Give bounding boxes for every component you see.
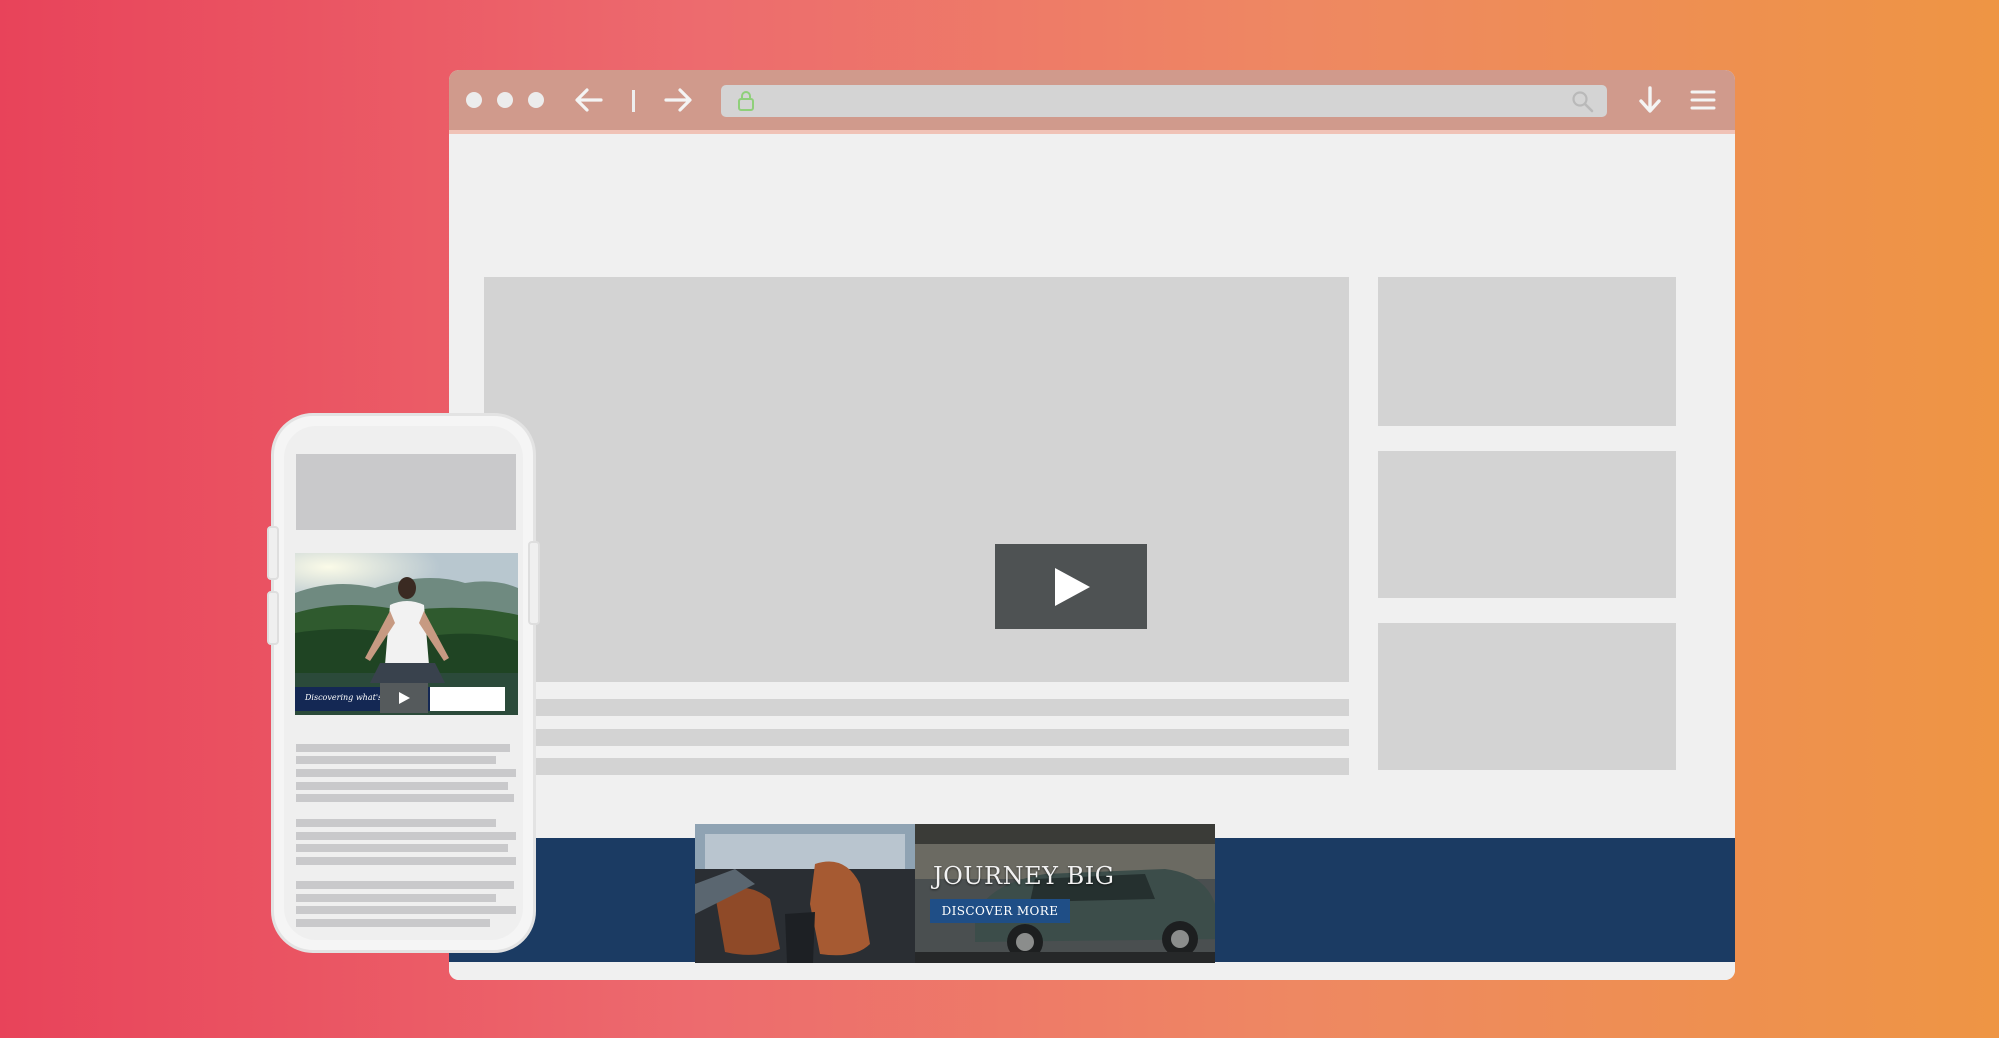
- phone-video-progress-area: [430, 687, 505, 711]
- phone-text-line: [296, 769, 516, 777]
- phone-side-button: [267, 526, 279, 580]
- phone-text-line: [296, 857, 516, 865]
- phone-text-line: [296, 756, 496, 764]
- ad-image-car: JOURNEY BIG DISCOVER MORE: [915, 824, 1215, 963]
- arrow-left-icon[interactable]: [574, 87, 604, 113]
- phone-text-line: [296, 832, 516, 840]
- window-dot-maximize[interactable]: [528, 92, 544, 108]
- sidebar-placeholder-1: [1378, 277, 1676, 426]
- ad-headline: JOURNEY BIG: [933, 862, 1115, 890]
- discover-more-button[interactable]: DISCOVER MORE: [930, 899, 1070, 923]
- phone-text-line: [296, 819, 496, 827]
- arrow-right-icon[interactable]: [663, 87, 693, 113]
- sidebar-placeholder-2: [1378, 451, 1676, 598]
- play-icon: [399, 692, 410, 704]
- text-placeholder-line: [484, 729, 1349, 746]
- page-content: JOURNEY BIG DISCOVER MORE: [449, 134, 1735, 980]
- text-placeholder-line: [484, 699, 1349, 716]
- hamburger-menu-icon[interactable]: [1690, 89, 1716, 111]
- video-play-button[interactable]: [995, 544, 1147, 629]
- phone-text-line: [296, 794, 514, 802]
- search-icon[interactable]: [1571, 90, 1595, 114]
- phone-text-line: [296, 894, 496, 902]
- phone-text-line: [296, 744, 510, 752]
- toolbar-separator: [632, 90, 635, 112]
- play-icon: [1055, 567, 1090, 606]
- phone-screen: Discovering what's po: [284, 426, 523, 940]
- page-bottom-strip: [0, 1038, 1999, 1050]
- phone-text-line: [296, 782, 508, 790]
- browser-window: JOURNEY BIG DISCOVER MORE: [449, 70, 1735, 980]
- ad-banner[interactable]: JOURNEY BIG DISCOVER MORE: [695, 824, 1215, 963]
- phone-text-line: [296, 919, 490, 927]
- browser-toolbar: [449, 70, 1735, 130]
- window-dot-minimize[interactable]: [497, 92, 513, 108]
- phone-power-button: [528, 541, 540, 625]
- sidebar-placeholder-3: [1378, 623, 1676, 770]
- lock-icon: [738, 91, 754, 111]
- phone-text-line: [296, 906, 516, 914]
- phone-header-placeholder: [296, 454, 516, 530]
- ad-image-interior-left: [695, 824, 915, 963]
- phone-side-button: [267, 591, 279, 645]
- video-placeholder[interactable]: [484, 277, 1349, 682]
- phone-frame: Discovering what's po: [267, 413, 540, 953]
- phone-play-button[interactable]: [380, 683, 428, 713]
- phone-text-line: [296, 844, 508, 852]
- address-bar[interactable]: [721, 85, 1607, 117]
- window-dot-close[interactable]: [466, 92, 482, 108]
- phone-text-line: [296, 881, 514, 889]
- download-arrow-icon[interactable]: [1638, 86, 1662, 114]
- phone-video-thumbnail[interactable]: Discovering what's po: [295, 553, 518, 715]
- text-placeholder-line: [484, 758, 1349, 775]
